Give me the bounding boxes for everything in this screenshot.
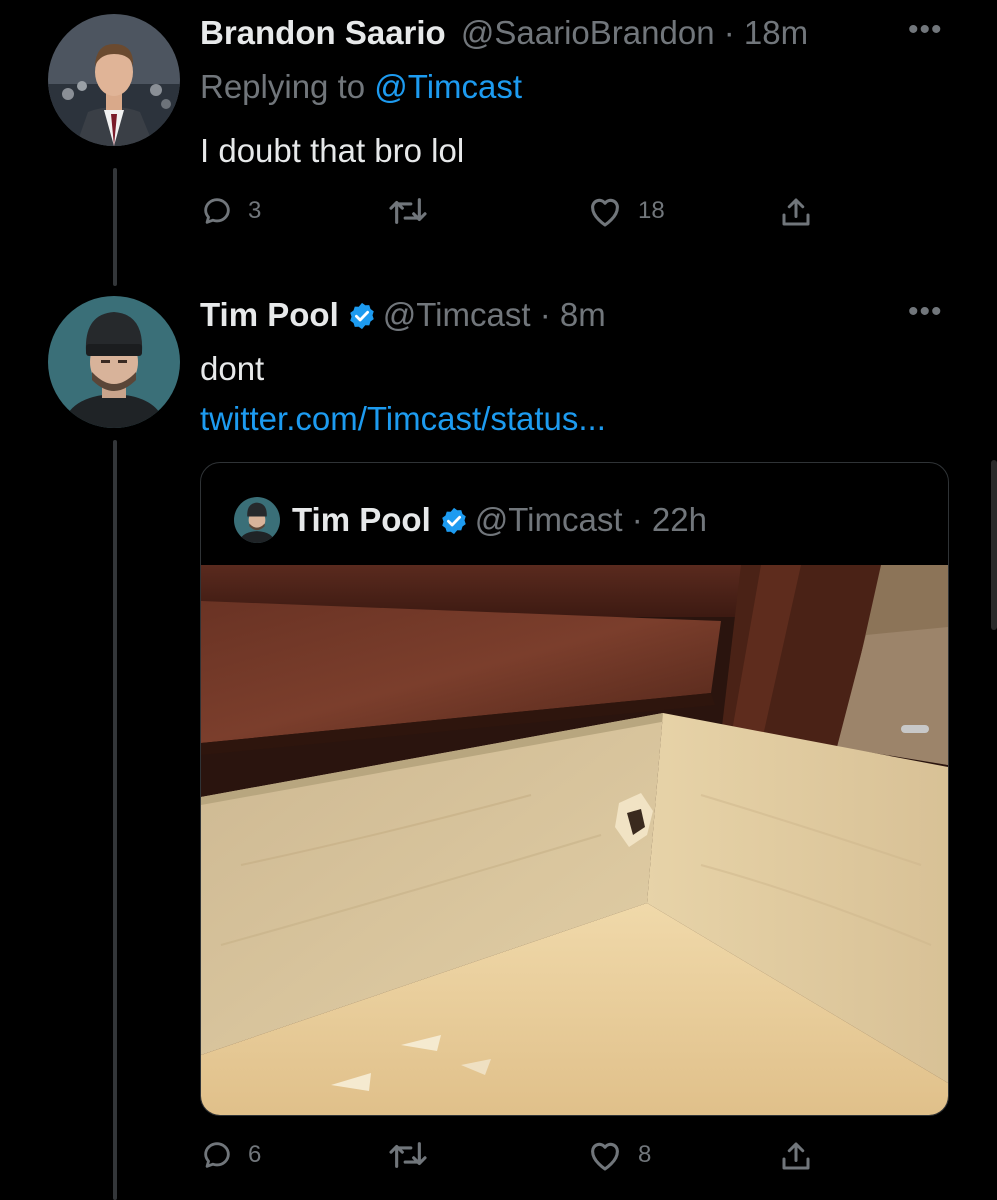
- quoted-author-handle: @Timcast: [474, 501, 623, 538]
- comment-icon: [204, 198, 230, 224]
- main-author-name[interactable]: Tim Pool: [200, 296, 339, 333]
- reply-timestamp[interactable]: 18m: [744, 14, 808, 51]
- reply-share-button[interactable]: [778, 194, 814, 230]
- quoted-avatar-tim-pool[interactable]: [234, 497, 280, 543]
- main-like-button[interactable]: 8: [586, 1138, 651, 1172]
- main-more-icon[interactable]: •••: [908, 297, 943, 327]
- replying-to-line: Replying to @Timcast: [200, 68, 522, 106]
- thread-line-top: [113, 168, 117, 286]
- scrollbar-thumb[interactable]: [991, 460, 997, 630]
- verified-badge-icon: [350, 302, 374, 330]
- reply-reply-button[interactable]: 3: [200, 194, 261, 228]
- reply-header: Brandon Saario @SaarioBrandon · 18m: [200, 14, 808, 52]
- main-retweet-button[interactable]: [388, 1138, 442, 1172]
- main-reply-count: 6: [248, 1141, 262, 1168]
- main-separator: ·: [539, 296, 551, 333]
- quoted-timestamp: 22h: [651, 501, 707, 538]
- quoted-header: Tim Pool @Timcast · 22h: [292, 501, 707, 539]
- reply-actions: 3 18: [200, 194, 840, 234]
- main-timestamp[interactable]: 8m: [560, 296, 606, 333]
- main-link[interactable]: twitter.com/Timcast/status...: [200, 400, 606, 438]
- replying-to-prefix: Replying to: [200, 68, 366, 105]
- share-icon: [782, 1142, 810, 1170]
- avatar-tim-pool[interactable]: [48, 296, 180, 428]
- heart-icon: [591, 1142, 619, 1171]
- main-author-handle[interactable]: @Timcast: [383, 296, 531, 333]
- retweet-icon: [389, 1142, 427, 1168]
- main-share-button[interactable]: [778, 1138, 814, 1174]
- quoted-tweet-photo[interactable]: [201, 565, 948, 1115]
- replying-to-mention[interactable]: @Timcast: [374, 68, 522, 105]
- reply-text: I doubt that bro lol: [200, 132, 465, 169]
- share-icon: [782, 198, 810, 226]
- quoted-tweet-card[interactable]: Tim Pool @Timcast · 22h: [200, 462, 949, 1116]
- reply-author-handle[interactable]: @SaarioBrandon: [461, 14, 715, 51]
- thread-line-bottom: [113, 440, 117, 1200]
- avatar-brandon[interactable]: [48, 14, 180, 146]
- reply-author-name[interactable]: Brandon Saario: [200, 14, 446, 51]
- reply-like-button[interactable]: 18: [586, 194, 665, 228]
- main-reply-button[interactable]: 6: [200, 1138, 261, 1172]
- retweet-icon: [389, 198, 427, 224]
- quoted-author-name: Tim Pool: [292, 501, 431, 538]
- quoted-verified-badge-icon: [442, 507, 466, 535]
- reply-retweet-button[interactable]: [388, 194, 442, 228]
- comment-icon: [204, 1142, 230, 1168]
- quoted-separator: ·: [631, 501, 643, 538]
- main-text: dont: [200, 350, 265, 387]
- reply-like-count: 18: [638, 197, 665, 224]
- reply-separator: ·: [723, 14, 735, 51]
- main-like-count: 8: [638, 1141, 652, 1168]
- main-header: Tim Pool @Timcast · 8m: [200, 296, 606, 334]
- main-actions: 6 8: [200, 1138, 840, 1178]
- reply-more-icon[interactable]: •••: [908, 15, 943, 45]
- reply-reply-count: 3: [248, 197, 262, 224]
- heart-icon: [591, 198, 619, 227]
